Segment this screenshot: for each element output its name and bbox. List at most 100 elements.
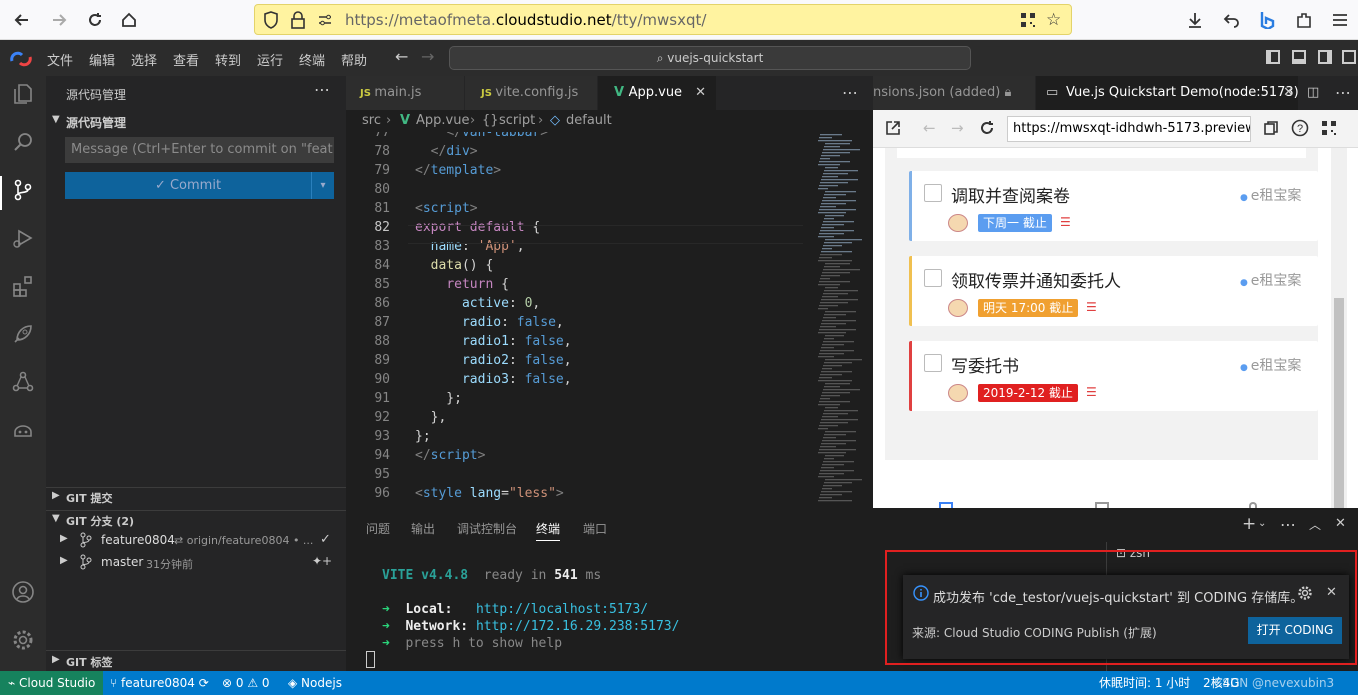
more-actions-icon[interactable]: ⋯ — [842, 76, 858, 110]
toggle-secondary-sidebar-icon[interactable] — [1318, 50, 1332, 64]
nav-forward-icon[interactable]: → — [421, 47, 434, 66]
hamburger-menu-icon[interactable] — [1328, 8, 1352, 32]
menu-selection[interactable]: 选择 — [131, 50, 157, 69]
home-icon[interactable] — [117, 8, 141, 32]
tab-ports[interactable]: 端口 — [583, 520, 607, 537]
tab-debug-console[interactable]: 调试控制台 — [457, 520, 517, 537]
qr-code-icon[interactable] — [1020, 12, 1036, 31]
site-settings-icon[interactable] — [317, 12, 333, 31]
todo-checkbox[interactable] — [924, 184, 942, 202]
more-actions-icon[interactable]: ⋯ — [1335, 76, 1351, 110]
chevron-down-icon[interactable]: ▼ — [52, 114, 60, 125]
sleep-time[interactable]: 休眠时间: 1 小时 — [1099, 671, 1190, 695]
tab-terminal[interactable]: 终端 — [536, 520, 561, 541]
tab-problems[interactable]: 问题 — [366, 520, 390, 537]
breadcrumb-item[interactable]: App.vue — [416, 110, 469, 132]
menu-terminal[interactable]: 终端 — [299, 50, 325, 69]
search-icon[interactable] — [8, 130, 38, 160]
breadcrumb-item[interactable]: src — [362, 110, 381, 132]
menu-file[interactable]: 文件 — [47, 50, 73, 69]
extensions-icon[interactable] — [8, 274, 38, 304]
git-branches-header[interactable]: GIT 分支 (2) — [66, 513, 134, 529]
tab-app-vue[interactable]: V App.vue ✕ — [598, 76, 716, 110]
copy-icon[interactable] — [1263, 120, 1279, 139]
preview-url-input[interactable]: https://mwsxqt-idhdwh-5173.preview.my — [1007, 116, 1251, 142]
chevron-right-icon[interactable]: ▶ — [60, 533, 68, 544]
menu-view[interactable]: 查看 — [173, 50, 199, 69]
menu-help[interactable]: 帮助 — [341, 50, 367, 69]
tab-extensions-json[interactable]: nsions.json (added) 🔒︎ — [873, 76, 1035, 110]
reload-icon[interactable] — [979, 120, 995, 139]
run-debug-icon[interactable] — [8, 226, 38, 256]
sync-icon[interactable]: ⟳ — [199, 676, 209, 690]
close-icon[interactable]: ✕ — [695, 76, 706, 110]
breadcrumb-item[interactable]: default — [566, 110, 612, 132]
tab-vue-preview[interactable]: Vue.js Quickstart Demo(node:5173) ▭ ✕ — [1036, 76, 1298, 110]
breadcrumb-item[interactable]: script — [499, 110, 535, 132]
more-actions-icon[interactable]: ⋯ — [314, 80, 330, 99]
chevron-right-icon[interactable]: ▶ — [52, 490, 60, 501]
toggle-sidebar-icon[interactable] — [1266, 50, 1280, 64]
tab-output[interactable]: 输出 — [411, 520, 435, 537]
chevron-right-icon[interactable]: ▶ — [52, 654, 60, 665]
bing-icon[interactable] — [1255, 8, 1279, 32]
todo-checkbox[interactable] — [924, 354, 942, 372]
open-external-icon[interactable] — [885, 120, 901, 139]
todo-card[interactable]: 写委托书 ● e租宝案 2019-2-12 截止 ☰ — [909, 341, 1318, 411]
reload-icon[interactable] — [83, 8, 107, 32]
forward-icon[interactable] — [47, 8, 71, 32]
git-commits-header[interactable]: GIT 提交 — [66, 490, 112, 506]
git-tags-header[interactable]: GIT 标签 — [66, 654, 112, 670]
command-center[interactable]: ⌕ vuejs-quickstart — [449, 46, 971, 70]
undo-icon[interactable] — [1220, 8, 1244, 32]
source-control-icon[interactable] — [8, 178, 38, 208]
branch-status[interactable]: ⑂ feature0804 ⟳ — [110, 671, 209, 695]
tab-main-js[interactable]: JS main.js — [346, 76, 464, 110]
minimap[interactable] — [814, 132, 862, 508]
menu-go[interactable]: 转到 — [215, 50, 241, 69]
back-icon[interactable]: ← — [923, 119, 936, 137]
bookmark-star-icon[interactable]: ☆ — [1046, 10, 1061, 30]
close-icon[interactable]: ✕ — [1283, 76, 1294, 110]
help-icon[interactable]: ? — [1291, 119, 1309, 140]
chevron-right-icon[interactable]: ▶ — [60, 555, 68, 566]
toggle-panel-icon[interactable] — [1292, 50, 1306, 64]
split-editor-icon[interactable]: ◫ — [1307, 76, 1319, 110]
settings-gear-icon[interactable] — [8, 628, 38, 658]
git-graph-icon[interactable] — [8, 370, 38, 400]
code-editor[interactable]: 77 </van-tabbar> 78 </div> 79 </template> 80… — [346, 132, 873, 508]
download-icon[interactable] — [1183, 8, 1207, 32]
local-url[interactable]: http://localhost:5173/ — [476, 602, 648, 617]
close-panel-icon[interactable]: ✕ — [1335, 516, 1346, 531]
chevron-down-icon[interactable]: ▼ — [52, 513, 60, 524]
maximize-panel-icon[interactable]: ︿ — [1309, 516, 1321, 533]
env-status[interactable]: ◈ Nodejs — [288, 671, 342, 695]
new-terminal-icon[interactable]: + — [1242, 514, 1256, 534]
more-actions-icon[interactable]: ⋯ — [1280, 515, 1296, 534]
add-branch-icon[interactable]: ✦+ — [312, 554, 332, 568]
branch-item[interactable]: ▶ master 31分钟前 ✦+ — [46, 552, 346, 574]
menu-run[interactable]: 运行 — [257, 50, 283, 69]
commit-dropdown-button[interactable]: ▾ — [311, 172, 334, 199]
problems-status[interactable]: ⊗ 0 ⚠ 0 — [222, 671, 270, 695]
todo-checkbox[interactable] — [924, 269, 942, 287]
commit-message-input[interactable]: Message (Ctrl+Enter to commit on "featur… — [65, 137, 334, 163]
remote-indicator[interactable]: ⌁ Cloud Studio — [0, 671, 103, 695]
tab-vite-config[interactable]: JS vite.config.js — [465, 76, 597, 110]
todo-card[interactable]: 领取传票并通知委托人 ● e租宝案 明天 17:00 截止 ☰ — [909, 256, 1318, 326]
account-icon[interactable] — [8, 580, 38, 610]
copilot-icon[interactable] — [8, 418, 38, 448]
section-header[interactable]: 源代码管理 — [66, 114, 126, 131]
address-bar[interactable]: https://metaofmeta.cloudstudio.net/tty/m… — [254, 4, 1072, 35]
todo-card[interactable]: 调取并查阅案卷 ● e租宝案 下周一 截止 ☰ — [909, 171, 1318, 241]
forward-icon[interactable]: → — [951, 119, 964, 137]
extensions-icon[interactable] — [1292, 8, 1316, 32]
back-icon[interactable] — [10, 8, 34, 32]
network-url[interactable]: http://172.16.29.238:5173/ — [476, 619, 680, 634]
chevron-down-icon[interactable]: ⌄ — [1258, 518, 1266, 529]
menu-edit[interactable]: 编辑 — [89, 50, 115, 69]
commit-button[interactable]: ✓ Commit — [65, 172, 311, 199]
explorer-icon[interactable] — [8, 82, 38, 112]
scrollbar-thumb[interactable] — [1334, 298, 1344, 508]
nav-back-icon[interactable]: ← — [395, 47, 408, 66]
